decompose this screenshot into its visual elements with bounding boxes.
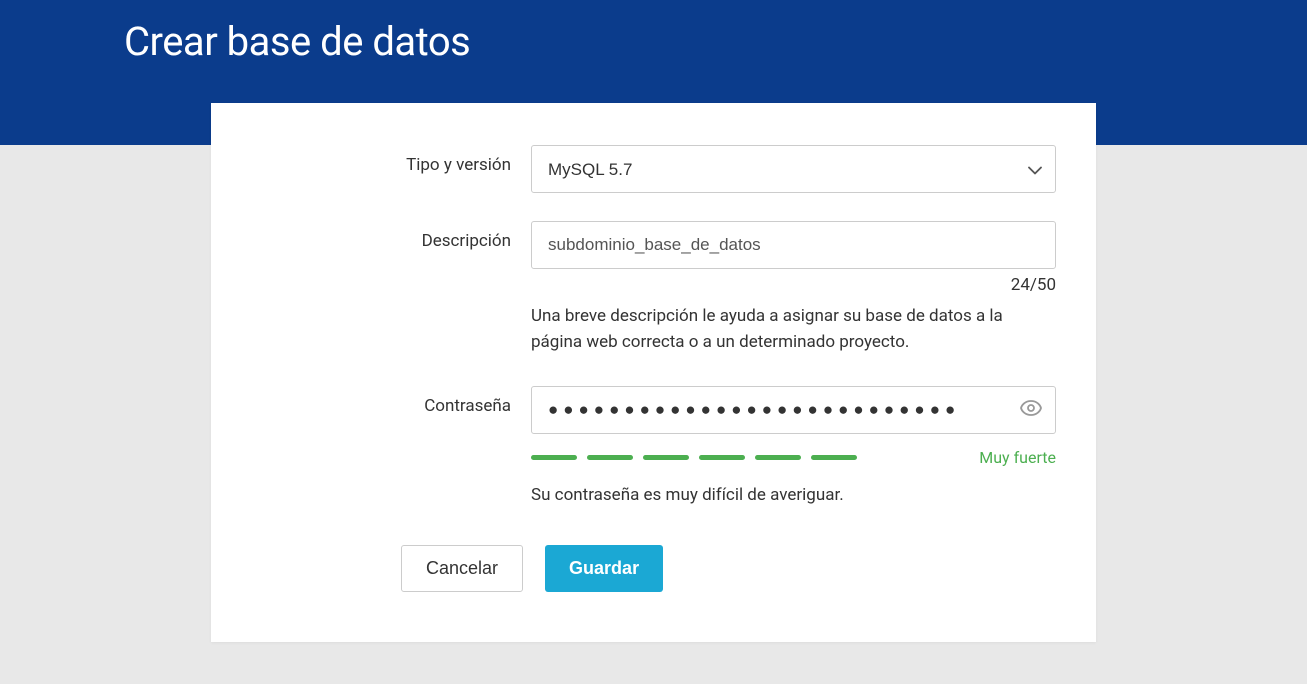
password-input[interactable] [531, 386, 1056, 434]
strength-bar [643, 455, 689, 460]
strength-bar [811, 455, 857, 460]
password-label: Contraseña [251, 386, 531, 416]
description-counter: 24/50 [531, 275, 1056, 295]
eye-icon[interactable] [1020, 400, 1042, 420]
password-row: Contraseña [251, 386, 1056, 505]
description-row: Descripción 24/50 Una breve descripción … [251, 221, 1056, 356]
page-title: Crear base de datos [0, 0, 1307, 65]
strength-bar [755, 455, 801, 460]
password-strength-label: Muy fuerte [979, 448, 1056, 467]
description-label: Descripción [251, 221, 531, 251]
description-input[interactable] [531, 221, 1056, 269]
password-strength-bars [531, 455, 857, 460]
type-version-row: Tipo y versión MySQL 5.7 [251, 145, 1056, 193]
cancel-button[interactable]: Cancelar [401, 545, 523, 592]
description-help: Una breve descripción le ayuda a asignar… [531, 303, 1056, 356]
type-version-select[interactable]: MySQL 5.7 [531, 145, 1056, 193]
type-version-label: Tipo y versión [251, 145, 531, 175]
strength-bar [531, 455, 577, 460]
password-strength-row: Muy fuerte [531, 448, 1056, 467]
password-help: Su contraseña es muy difícil de averigua… [531, 485, 1056, 505]
form-card: Tipo y versión MySQL 5.7 Descripción 24/… [211, 103, 1096, 642]
button-row: Cancelar Guardar [401, 545, 1056, 592]
save-button[interactable]: Guardar [545, 545, 663, 592]
strength-bar [699, 455, 745, 460]
strength-bar [587, 455, 633, 460]
